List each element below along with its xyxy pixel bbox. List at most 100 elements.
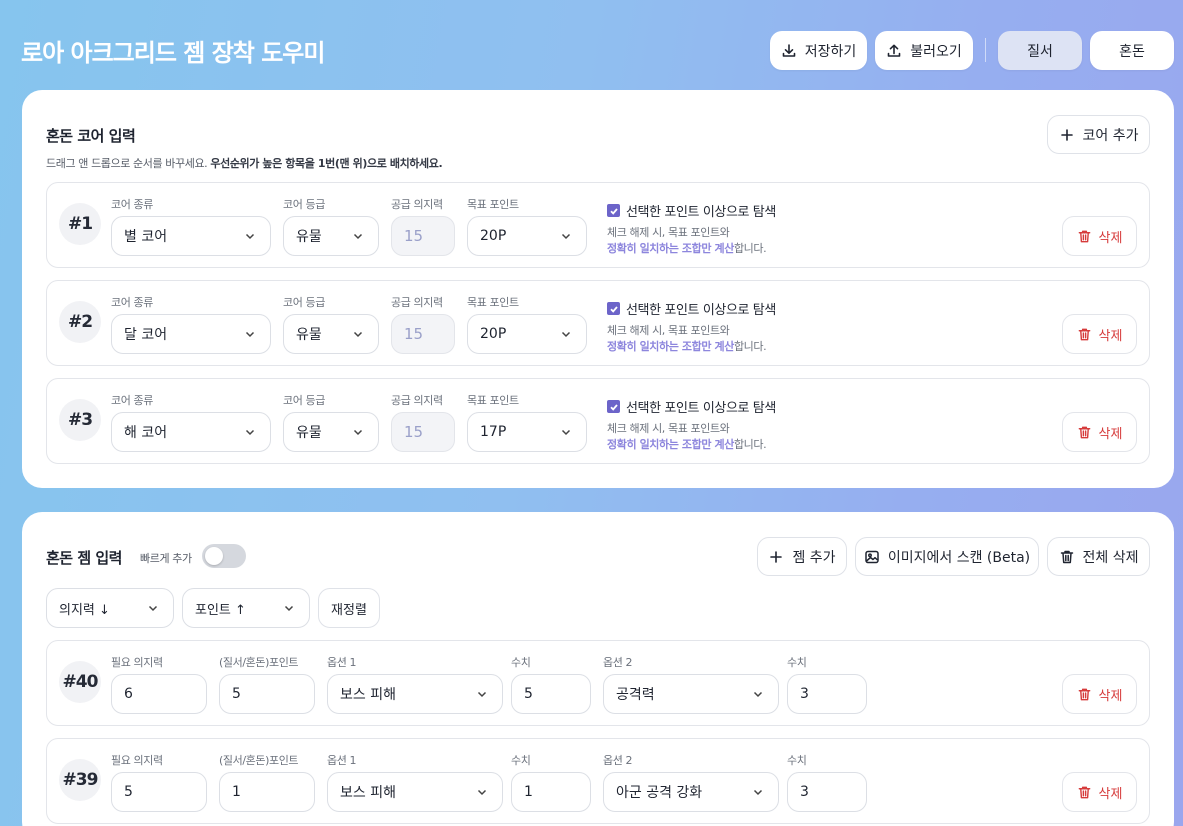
core-row[interactable]: #2 코어 종류 달 코어 코어 등급 유물 공급 의지력 15 목표 포인트 … — [46, 280, 1150, 366]
quick-add-toggle[interactable] — [202, 544, 246, 568]
points-label: (질서/혼돈)포인트 — [219, 754, 299, 767]
target-point-label: 목표 포인트 — [467, 394, 519, 407]
tab-chaos-label: 혼돈 — [1119, 43, 1145, 60]
delete-gem-button[interactable]: 삭제 — [1062, 772, 1137, 812]
note-rest: 합니다. — [733, 242, 767, 255]
checkbox-checked[interactable] — [607, 400, 620, 413]
delete-core-button[interactable]: 삭제 — [1062, 412, 1137, 452]
sort-point-value: 포인트 ↑ — [195, 602, 246, 618]
checkbox-note-line2: 정확히 일치하는 조합만 계산합니다. — [607, 240, 767, 256]
checkbox-note-line2: 정확히 일치하는 조합만 계산합니다. — [607, 436, 767, 452]
app-header: 로아 아크그리드 젬 장착 도우미 저장하기 불러오기 질서 혼돈 — [0, 0, 1183, 90]
option1-select[interactable]: 보스 피해 — [327, 674, 503, 714]
chevron-down-icon — [353, 233, 363, 240]
delete-label: 삭제 — [1098, 688, 1123, 704]
tab-order[interactable]: 질서 — [998, 31, 1082, 70]
option2-select[interactable]: 공격력 — [603, 674, 779, 714]
chevron-down-icon — [353, 429, 363, 436]
value2-input[interactable]: 3 — [787, 772, 867, 812]
target-point-select[interactable]: 20P — [467, 216, 587, 256]
option1-label: 옵션 1 — [327, 656, 357, 669]
note-rest: 합니다. — [733, 438, 767, 451]
sort-will-value: 의지력 ↓ — [59, 602, 110, 618]
value2-input[interactable]: 3 — [787, 674, 867, 714]
sort-point-select[interactable]: 포인트 ↑ — [182, 588, 310, 628]
add-gem-label: 젬 추가 — [792, 549, 836, 566]
load-button-label: 불러오기 — [910, 43, 962, 60]
target-point-select[interactable]: 17P — [467, 412, 587, 452]
tab-order-label: 질서 — [1027, 43, 1053, 60]
checkbox-note-line1: 체크 해제 시, 목표 포인트와 — [607, 226, 730, 239]
option1-select[interactable]: 보스 피해 — [327, 772, 503, 812]
gem-row[interactable]: #39 필요 의지력 5 (질서/혼돈)포인트 1 옵션 1 보스 피해 수치 … — [46, 738, 1150, 824]
check-icon — [609, 207, 618, 215]
trash-icon — [1060, 550, 1073, 563]
search-above-checkbox-row[interactable]: 선택한 포인트 이상으로 탐색 — [607, 201, 776, 220]
note-bold: 정확히 일치하는 조합만 계산 — [607, 242, 734, 255]
value1-input[interactable]: 1 — [511, 772, 591, 812]
core-grade-select[interactable]: 유물 — [283, 216, 379, 256]
value1-label: 수치 — [511, 754, 531, 767]
scan-image-button[interactable]: 이미지에서 스캔 (Beta) — [855, 537, 1039, 576]
target-point-label: 목표 포인트 — [467, 296, 519, 309]
core-grade-select[interactable]: 유물 — [283, 412, 379, 452]
points-input[interactable]: 5 — [219, 674, 315, 714]
target-point-value: 20P — [480, 326, 507, 342]
hint-bold-text: 우선순위가 높은 항목을 1번(맨 위)으로 배치하세요. — [210, 157, 443, 170]
target-point-select[interactable]: 20P — [467, 314, 587, 354]
supply-will-label: 공급 의지력 — [391, 296, 443, 309]
delete-core-button[interactable]: 삭제 — [1062, 216, 1137, 256]
option2-label: 옵션 2 — [603, 656, 633, 669]
core-grade-value: 유물 — [296, 425, 322, 441]
core-type-select[interactable]: 달 코어 — [111, 314, 271, 354]
core-grade-select[interactable]: 유물 — [283, 314, 379, 354]
add-gem-button[interactable]: 젬 추가 — [757, 537, 847, 576]
gem-row[interactable]: #40 필요 의지력 6 (질서/혼돈)포인트 5 옵션 1 보스 피해 수치 … — [46, 640, 1150, 726]
search-above-checkbox-row[interactable]: 선택한 포인트 이상으로 탐색 — [607, 397, 776, 416]
core-grade-label: 코어 등급 — [283, 198, 325, 211]
chevron-down-icon — [753, 691, 763, 698]
hint-text: 드래그 앤 드롭으로 순서를 바꾸세요. — [46, 157, 211, 170]
value1-input[interactable]: 5 — [511, 674, 591, 714]
delete-label: 삭제 — [1098, 786, 1123, 802]
add-core-button[interactable]: 코어 추가 — [1047, 115, 1150, 154]
resort-button[interactable]: 재정렬 — [318, 588, 380, 628]
core-type-select[interactable]: 해 코어 — [111, 412, 271, 452]
target-point-value: 20P — [480, 228, 507, 244]
core-type-label: 코어 종류 — [111, 198, 153, 211]
load-button[interactable]: 불러오기 — [875, 31, 973, 70]
checkbox-checked[interactable] — [607, 204, 620, 217]
chevron-down-icon — [561, 331, 571, 338]
core-type-select[interactable]: 별 코어 — [111, 216, 271, 256]
option2-label: 옵션 2 — [603, 754, 633, 767]
checkbox-checked[interactable] — [607, 302, 620, 315]
core-type-value: 해 코어 — [124, 425, 168, 441]
option2-select[interactable]: 아군 공격 강화 — [603, 772, 779, 812]
checkbox-label: 선택한 포인트 이상으로 탐색 — [626, 401, 776, 416]
sort-will-select[interactable]: 의지력 ↓ — [46, 588, 174, 628]
core-type-value: 별 코어 — [124, 229, 168, 245]
core-type-label: 코어 종류 — [111, 296, 153, 309]
core-row[interactable]: #3 코어 종류 해 코어 코어 등급 유물 공급 의지력 15 목표 포인트 … — [46, 378, 1150, 464]
delete-all-button[interactable]: 전체 삭제 — [1047, 537, 1150, 576]
checkbox-note-line1: 체크 해제 시, 목표 포인트와 — [607, 324, 730, 337]
trash-icon — [1078, 426, 1090, 438]
value1-label: 수치 — [511, 656, 531, 669]
delete-core-button[interactable]: 삭제 — [1062, 314, 1137, 354]
points-input[interactable]: 1 — [219, 772, 315, 812]
trash-icon — [1078, 230, 1090, 242]
req-will-input[interactable]: 5 — [111, 772, 207, 812]
delete-gem-button[interactable]: 삭제 — [1062, 674, 1137, 714]
tab-chaos[interactable]: 혼돈 — [1090, 31, 1174, 70]
gem-row-number: #39 — [59, 759, 101, 801]
note-bold: 정확히 일치하는 조합만 계산 — [607, 438, 734, 451]
image-icon — [865, 550, 879, 563]
save-button-label: 저장하기 — [804, 43, 857, 60]
req-will-input[interactable]: 6 — [111, 674, 207, 714]
core-row-number: #2 — [59, 301, 101, 343]
search-above-checkbox-row[interactable]: 선택한 포인트 이상으로 탐색 — [607, 299, 776, 318]
save-button[interactable]: 저장하기 — [770, 31, 867, 70]
supply-will-label: 공급 의지력 — [391, 394, 443, 407]
chevron-down-icon — [148, 605, 158, 612]
core-row[interactable]: #1 코어 종류 별 코어 코어 등급 유물 공급 의지력 15 목표 포인트 … — [46, 182, 1150, 268]
